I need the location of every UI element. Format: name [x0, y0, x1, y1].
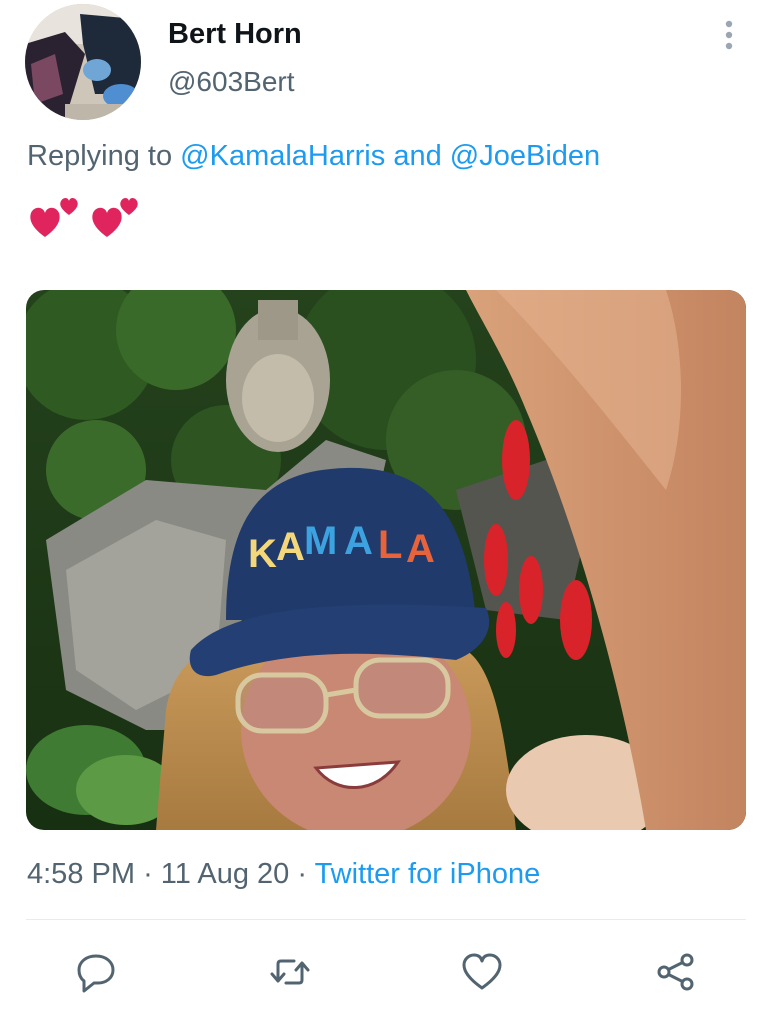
mention-link[interactable]: @JoeBiden [450, 140, 600, 172]
share-icon [657, 953, 694, 991]
more-vertical-icon [725, 20, 733, 50]
more-options-button[interactable] [716, 18, 742, 54]
like-button[interactable] [460, 950, 504, 994]
reply-icon [77, 954, 115, 993]
retweet-icon [270, 959, 310, 985]
mention-link[interactable]: @KamalaHarris [180, 140, 385, 172]
like-icon [462, 953, 502, 990]
tweet-meta: 4:58 PM · 11 Aug 20 · Twitter for iPhone [27, 858, 540, 891]
selfie-photo-image: K A M A L A [26, 290, 746, 830]
tweet-date: 11 Aug 20 [160, 858, 290, 890]
hat-letter: A [344, 519, 373, 563]
meta-separator: · [297, 858, 308, 890]
user-handle[interactable]: @603Bert [168, 66, 295, 98]
hat-letter: M [304, 519, 337, 563]
replying-to-line: Replying to @KamalaHarris and @JoeBiden [27, 140, 600, 173]
avatar[interactable] [25, 4, 141, 120]
retweet-button[interactable] [268, 950, 312, 994]
tweet-photo[interactable]: K A M A L A [26, 290, 746, 830]
hat-letter: A [406, 527, 435, 571]
divider [26, 919, 746, 920]
tweet-text [27, 193, 143, 247]
tweet-source-link[interactable]: Twitter for iPhone [315, 858, 541, 890]
reply-button[interactable] [74, 950, 118, 994]
tweet-time: 4:58 PM [27, 858, 135, 890]
avatar-image [25, 4, 141, 120]
display-name[interactable]: Bert Horn [168, 18, 302, 51]
hat-letter: A [276, 525, 305, 569]
hat-letter: L [378, 523, 402, 567]
mention-joiner: and [393, 140, 442, 172]
share-button[interactable] [654, 950, 698, 994]
meta-separator: · [143, 858, 153, 890]
replying-to-label: Replying to [27, 140, 173, 172]
hat-letter: K [248, 532, 277, 576]
two-hearts-icon [30, 198, 138, 237]
